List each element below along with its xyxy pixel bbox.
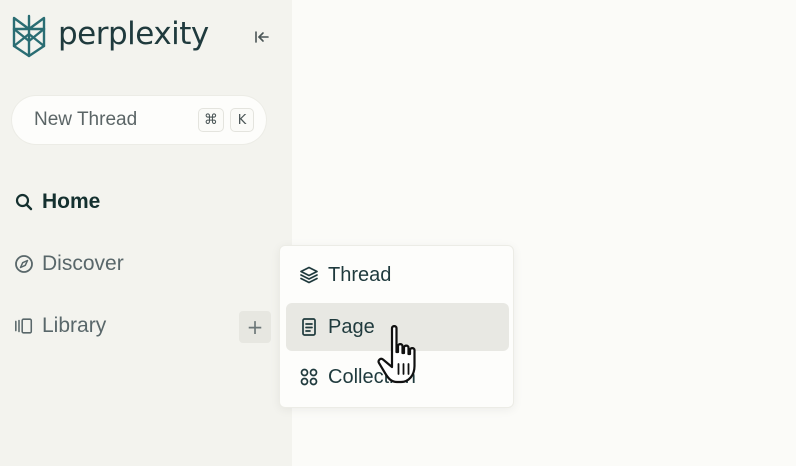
library-icon	[14, 316, 34, 336]
create-menu: Thread Page Collection	[279, 245, 514, 408]
collapse-left-icon	[255, 31, 269, 43]
new-thread-button[interactable]: New Thread ⌘ K	[12, 96, 266, 144]
logo-wordmark: perplexity	[58, 15, 209, 52]
new-thread-label: New Thread	[34, 109, 138, 130]
shortcut-cmd-key: ⌘	[198, 108, 224, 132]
menu-item-label: Page	[328, 315, 375, 338]
menu-item-thread[interactable]: Thread	[286, 251, 509, 299]
document-icon	[298, 316, 320, 338]
sidebar: perplexity New Thread ⌘ K Home Discover …	[0, 0, 292, 466]
sidebar-item-label: Home	[42, 190, 101, 213]
sidebar-item-discover[interactable]: Discover	[14, 249, 124, 279]
menu-item-collection[interactable]: Collection	[286, 353, 509, 401]
sidebar-item-home[interactable]: Home	[14, 187, 100, 217]
menu-item-page[interactable]: Page	[286, 303, 509, 351]
menu-item-label: Collection	[328, 365, 416, 388]
perplexity-logo[interactable]: perplexity	[10, 14, 209, 58]
perplexity-logo-icon	[12, 14, 46, 58]
layers-icon	[298, 264, 320, 286]
sidebar-item-label: Discover	[42, 252, 124, 275]
menu-item-label: Thread	[328, 263, 392, 286]
sidebar-item-library[interactable]: Library	[14, 311, 106, 341]
sidebar-item-label: Library	[42, 314, 107, 337]
add-library-button[interactable]: +	[239, 311, 271, 343]
grid-circles-icon	[298, 366, 320, 388]
compass-icon	[14, 254, 34, 274]
shortcut-k-key: K	[230, 108, 254, 132]
collapse-sidebar-button[interactable]	[250, 26, 274, 48]
search-icon	[14, 192, 34, 212]
